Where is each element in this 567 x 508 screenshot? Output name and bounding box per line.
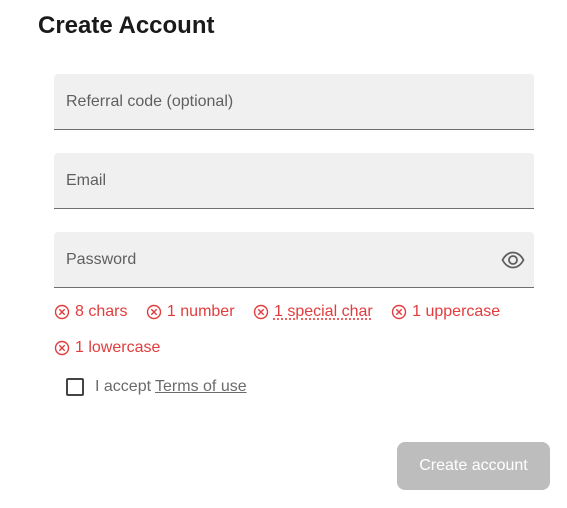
terms-acceptance: I accept Terms of use (66, 378, 247, 396)
create-account-button[interactable]: Create account (397, 442, 550, 490)
requirement-label: 1 lowercase (75, 339, 161, 356)
terms-prefix: I accept (95, 378, 152, 395)
requirement-8-chars: 8 chars (54, 296, 127, 328)
requirement-special-char: 1 special char (253, 296, 373, 328)
password-field[interactable] (54, 232, 534, 288)
requirement-uppercase: 1 uppercase (391, 296, 500, 328)
email-input[interactable] (54, 153, 534, 208)
referral-code-field[interactable] (54, 74, 534, 130)
requirement-label: 1 number (166, 303, 235, 320)
terms-of-use-link[interactable]: Terms of use (155, 378, 247, 396)
requirement-lowercase: 1 lowercase (54, 332, 160, 364)
x-circle-icon (253, 304, 269, 320)
page-title: Create Account (38, 12, 215, 39)
x-circle-icon (54, 304, 70, 320)
terms-checkbox[interactable] (66, 378, 84, 396)
x-circle-icon (54, 340, 70, 356)
requirement-label: 1 special char (273, 303, 373, 320)
x-circle-icon (391, 304, 407, 320)
email-field[interactable] (54, 153, 534, 209)
x-circle-icon (146, 304, 162, 320)
requirement-label: 1 uppercase (412, 303, 501, 320)
password-input[interactable] (54, 232, 534, 287)
referral-code-input[interactable] (54, 74, 534, 129)
requirement-label: 8 chars (75, 303, 128, 320)
requirement-1-number: 1 number (146, 296, 235, 328)
password-requirements: 8 chars 1 number 1 special char 1 upperc… (54, 296, 534, 368)
eye-icon[interactable] (501, 248, 525, 272)
